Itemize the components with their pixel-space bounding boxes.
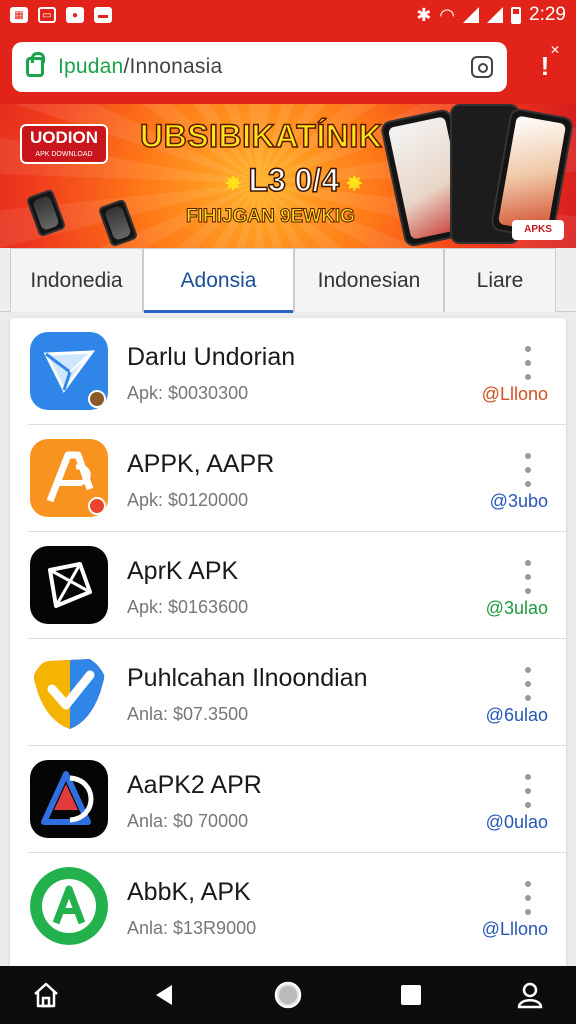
tab-label: Liare bbox=[476, 268, 524, 292]
more-options-icon[interactable] bbox=[520, 881, 536, 915]
system-navigation-bar bbox=[0, 966, 576, 1024]
more-options-icon[interactable] bbox=[520, 774, 536, 808]
triangle-a-app-icon bbox=[30, 760, 108, 838]
app-badge-icon bbox=[88, 497, 106, 515]
tab-label: Indonedia bbox=[30, 268, 123, 292]
recents-circle-icon[interactable] bbox=[259, 966, 317, 1024]
app-size: @0ulao bbox=[485, 812, 548, 832]
app-size: @Lllono bbox=[481, 919, 548, 939]
url-path: /Innonasia bbox=[123, 55, 223, 78]
app-name: AprK APK bbox=[127, 557, 239, 585]
app-meta: Apk: $0030300 bbox=[127, 383, 249, 403]
tab-indonedia[interactable]: Indonedia bbox=[10, 248, 143, 312]
app-meta: Anla: $13R9000 bbox=[127, 918, 257, 938]
list-item[interactable]: Puhlcahan Ilnoondian Anla: $07.3500 @6ul… bbox=[10, 639, 566, 746]
paper-plane-app-icon bbox=[30, 332, 108, 410]
letter-a-app-icon bbox=[30, 439, 108, 517]
banner-logo-subtext: APK DOWNLOAD bbox=[35, 151, 93, 158]
app-name: Puhlcahan Ilnoondian bbox=[127, 664, 368, 692]
green-a-app-icon bbox=[30, 867, 108, 945]
app-name: Darlu Undorian bbox=[127, 343, 296, 371]
wifi-icon: ◠ bbox=[439, 4, 456, 25]
banner-logo-text: UODION bbox=[30, 128, 98, 147]
app-meta: Apk: $0163600 bbox=[127, 597, 249, 617]
more-options-icon[interactable] bbox=[520, 453, 536, 487]
app-size: @6ulao bbox=[485, 705, 548, 725]
app-size: @3ubo bbox=[489, 491, 548, 511]
status-bar: ▦ ▭ ● ▬ ✱ ◠ 2:29 bbox=[0, 0, 576, 30]
tab-indonesian[interactable]: Indonesian bbox=[294, 248, 444, 312]
list-item[interactable]: AprK APK Apk: $0163600 @3ulao bbox=[10, 532, 566, 639]
app-name: AbbK, APK bbox=[127, 878, 251, 906]
chat-notification-icon: ● bbox=[66, 7, 84, 23]
browser-menu-button[interactable]: ! ✕ bbox=[530, 43, 560, 86]
banner-subheadline: L3 0/4 bbox=[218, 161, 370, 199]
banner-corner-badge: APKS bbox=[512, 220, 564, 240]
app-name: AaPK2 APR bbox=[127, 771, 262, 799]
tab-label: Indonesian bbox=[317, 268, 421, 292]
list-item[interactable]: AbbK, APK Anla: $13R9000 @Lllono bbox=[10, 853, 566, 960]
app-name: APPK, AAPR bbox=[127, 450, 275, 478]
reader-mode-icon[interactable] bbox=[471, 56, 493, 78]
tab-label: Adonsia bbox=[180, 268, 257, 292]
app-size: @3ulao bbox=[485, 598, 548, 618]
back-icon[interactable] bbox=[136, 966, 194, 1024]
banner-logo: UODION APK DOWNLOAD bbox=[20, 124, 108, 164]
tab-liare[interactable]: Liare bbox=[444, 248, 556, 312]
list-item[interactable]: Darlu Undorian Apk: $0030300 @Lllono bbox=[10, 318, 566, 425]
promo-banner[interactable]: UODION APK DOWNLOAD UBSIBIKATÍNIK! L3 0/… bbox=[0, 104, 576, 248]
app-meta: Apk: $0120000 bbox=[127, 490, 249, 510]
colorful-checkmark-app-icon bbox=[30, 653, 108, 731]
browser-toolbar: Ipudan/Innonasia ! ✕ bbox=[0, 30, 576, 104]
app-list: Darlu Undorian Apk: $0030300 @Lllono APP… bbox=[10, 318, 566, 968]
app-meta: Anla: $0 70000 bbox=[127, 811, 249, 831]
app-badge-icon bbox=[88, 390, 106, 408]
banner-tagline: FIHIJGAN 9EWKIG bbox=[186, 206, 356, 228]
video-notification-icon: ▬ bbox=[94, 7, 112, 23]
more-options-icon[interactable] bbox=[520, 667, 536, 701]
url-text[interactable]: Ipudan/Innonasia bbox=[58, 55, 222, 79]
lock-icon bbox=[26, 52, 45, 77]
list-item[interactable]: AaPK2 APR Anla: $0 70000 @0ulao bbox=[10, 746, 566, 853]
signal-icon bbox=[463, 7, 480, 23]
signal-icon bbox=[487, 7, 504, 23]
more-options-icon[interactable] bbox=[520, 560, 536, 594]
battery-icon bbox=[511, 6, 522, 24]
category-tabs: Indonedia Adonsia Indonesian Liare bbox=[0, 248, 576, 313]
photo-notification-icon: ▦ bbox=[10, 7, 28, 23]
clock: 2:29 bbox=[529, 4, 566, 25]
calendar-notification-icon: ▭ bbox=[38, 7, 56, 23]
square-icon[interactable] bbox=[382, 966, 440, 1024]
geometric-diamond-app-icon bbox=[30, 546, 108, 624]
banner-headline: UBSIBIKATÍNIK! bbox=[139, 117, 394, 155]
bluetooth-icon: ✱ bbox=[416, 4, 432, 25]
app-meta: Anla: $07.3500 bbox=[127, 704, 249, 724]
app-size: @Lllono bbox=[481, 384, 548, 404]
profile-icon[interactable] bbox=[501, 966, 559, 1024]
home-icon[interactable] bbox=[17, 966, 75, 1024]
more-options-icon[interactable] bbox=[520, 346, 536, 380]
tab-adonsia[interactable]: Adonsia bbox=[143, 248, 294, 313]
address-bar[interactable]: Ipudan/Innonasia bbox=[12, 42, 507, 92]
list-item[interactable]: APPK, AAPR Apk: $0120000 @3ubo bbox=[10, 425, 566, 532]
close-badge-icon: ✕ bbox=[549, 43, 560, 57]
url-host: Ipudan bbox=[58, 55, 124, 78]
